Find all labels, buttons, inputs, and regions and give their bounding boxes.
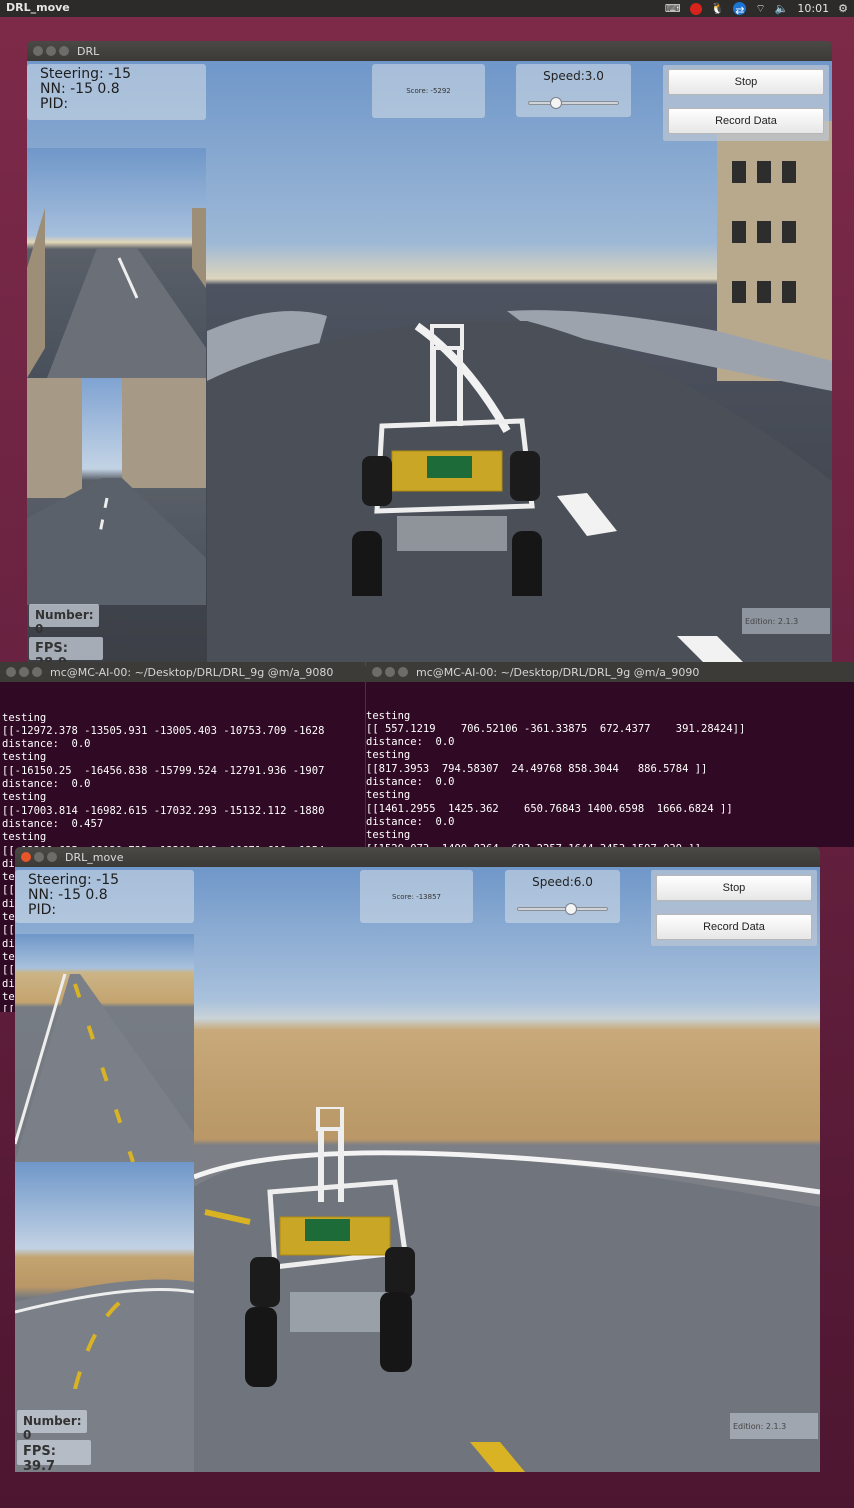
minimize-icon[interactable] [46, 46, 56, 56]
terminal-line: distance: 0.457 [2, 817, 104, 830]
score-panel: Score: -5292 [372, 64, 485, 118]
nn-readout: NN: -15 0.8 [40, 81, 120, 97]
maximize-icon[interactable] [59, 46, 69, 56]
drl-window-titlebar[interactable]: DRL [27, 41, 832, 61]
volume-icon[interactable]: 🔈 [775, 0, 789, 17]
speed-readout: Speed:6.0 [532, 875, 593, 889]
record-indicator-icon[interactable] [689, 2, 702, 15]
teamviewer-icon[interactable]: ⇄ [733, 2, 747, 17]
terminal-line: [[1461.2955 1425.362 650.76843 1400.6598… [366, 802, 733, 815]
wifi-icon[interactable]: ⌔ [755, 0, 765, 17]
control-button-group: Stop Record Data [663, 65, 829, 141]
terminal-2-output[interactable]: testing[[ 557.1219 706.52106 -361.33875 … [366, 682, 854, 847]
terminal-line: [[-16150.25 -16456.838 -15799.524 -12791… [2, 764, 325, 777]
edition-label: Edition: 2.1.3 [742, 608, 830, 634]
steering-info-panel: Steering: -15 NN: -15 0.8 PID: [15, 870, 194, 923]
rear-camera-view [27, 378, 206, 605]
city-scene-viewport: Steering: -15 NN: -15 0.8 PID: Score: -5… [27, 61, 832, 666]
nn-readout: NN: -15 0.8 [28, 887, 108, 903]
maximize-icon[interactable] [47, 852, 57, 862]
robot-car [245, 1107, 415, 1387]
close-icon[interactable] [21, 852, 31, 862]
fps-counter: FPS: 39.7 [17, 1440, 91, 1472]
terminal-line: testing [366, 709, 411, 722]
speed-panel: Speed:3.0 [516, 64, 631, 117]
terminal-line: testing [366, 789, 411, 802]
gear-icon[interactable]: ⚙ [838, 0, 848, 17]
terminal-line: [[ 557.1219 706.52106 -361.33875 672.437… [366, 722, 746, 735]
terminal-2-title: mc@MC-AI-00: ~/Desktop/DRL/DRL_9g @m/a_9… [416, 665, 700, 679]
close-icon[interactable] [372, 667, 382, 677]
speed-slider-knob[interactable] [565, 903, 578, 915]
terminal-line: testing [2, 791, 47, 804]
pid-readout: PID: [40, 96, 69, 112]
terminal-line: distance: 0.0 [366, 736, 455, 749]
desert-scene-viewport: Steering: -15 NN: -15 0.8 PID: Score: -1… [15, 867, 820, 1472]
terminal-line: [[-17003.814 -16982.615 -17032.293 -1513… [2, 804, 325, 817]
minimize-icon[interactable] [19, 667, 29, 677]
steering-readout: Steering: -15 [40, 66, 132, 82]
close-icon[interactable] [6, 667, 16, 677]
active-app-title: DRL_move [6, 1, 70, 14]
pid-readout: PID: [28, 902, 57, 918]
stop-button[interactable]: Stop [656, 875, 812, 901]
robot-car [352, 324, 542, 596]
score-readout: Score: -13857 [392, 892, 441, 901]
minimize-icon[interactable] [385, 667, 395, 677]
terminal-2-lines: testing[[ 557.1219 706.52106 -361.33875 … [366, 710, 854, 847]
stop-button[interactable]: Stop [668, 69, 824, 95]
drl-window: DRL Steering: -15 NN: -15 0.8 PID: Score… [27, 41, 832, 666]
drl-move-window-titlebar[interactable]: DRL_move [15, 847, 820, 867]
number-counter: Number: 0 [29, 604, 99, 636]
record-data-button[interactable]: Record Data [668, 108, 824, 134]
terminal-line: testing [2, 711, 47, 724]
speed-panel: Speed:6.0 [505, 870, 620, 923]
speed-slider-knob[interactable] [549, 97, 562, 109]
score-panel: Score: -13857 [360, 870, 473, 923]
terminal-line: distance: 0.0 [2, 778, 91, 791]
top-panel: DRL_move ⌨ 🐧 ⇄ ⌔ 🔈 10:01 ⚙ [0, 0, 854, 17]
terminal-line: [[817.3953 794.58307 24.49768 858.3044 8… [366, 762, 708, 775]
maximize-icon[interactable] [32, 667, 42, 677]
window-title: DRL_move [65, 850, 124, 864]
speed-slider[interactable] [528, 97, 619, 109]
speed-slider[interactable] [517, 903, 608, 915]
drl-move-window: DRL_move Steering: -15 NN: -15 0.8 PID: … [15, 847, 820, 1472]
terminal-line: testing [2, 831, 47, 844]
window-title: DRL [77, 44, 100, 58]
minimize-icon[interactable] [34, 852, 44, 862]
terminal-1-titlebar[interactable]: mc@MC-AI-00: ~/Desktop/DRL/DRL_9g @m/a_9… [0, 662, 365, 682]
record-data-button[interactable]: Record Data [656, 914, 812, 940]
front-camera-view [27, 148, 206, 378]
front-camera-view [15, 934, 194, 1162]
number-counter: Number: 0 [17, 1410, 87, 1442]
steering-readout: Steering: -15 [28, 872, 120, 888]
terminal-line: testing [366, 749, 411, 762]
control-button-group: Stop Record Data [651, 870, 817, 946]
terminal-1-title: mc@MC-AI-00: ~/Desktop/DRL/DRL_9g @m/a_9… [50, 665, 334, 679]
close-icon[interactable] [33, 46, 43, 56]
speed-readout: Speed:3.0 [543, 69, 604, 83]
clock[interactable]: 10:01 [797, 0, 829, 17]
steering-info-panel: Steering: -15 NN: -15 0.8 PID: [27, 64, 206, 120]
edition-label: Edition: 2.1.3 [730, 1413, 818, 1439]
terminal-line: testing [366, 829, 411, 842]
terminal-line: distance: 0.0 [366, 776, 455, 789]
fps-counter: FPS: 28.9 [29, 637, 103, 666]
terminal-2-titlebar[interactable]: mc@MC-AI-00: ~/Desktop/DRL/DRL_9g @m/a_9… [366, 662, 854, 682]
rear-camera-view [15, 1162, 194, 1389]
system-tray: ⌨ 🐧 ⇄ ⌔ 🔈 10:01 ⚙ [665, 0, 848, 17]
terminal-line: distance: 0.0 [366, 815, 455, 828]
terminal-line: testing [2, 751, 47, 764]
maximize-icon[interactable] [398, 667, 408, 677]
keyboard-icon[interactable]: ⌨ [665, 0, 681, 17]
score-readout: Score: -5292 [406, 87, 451, 95]
tux-icon[interactable]: 🐧 [711, 0, 725, 17]
terminal-line: [[-12972.378 -13505.931 -13005.403 -1075… [2, 724, 325, 737]
terminal-line: distance: 0.0 [2, 738, 91, 751]
